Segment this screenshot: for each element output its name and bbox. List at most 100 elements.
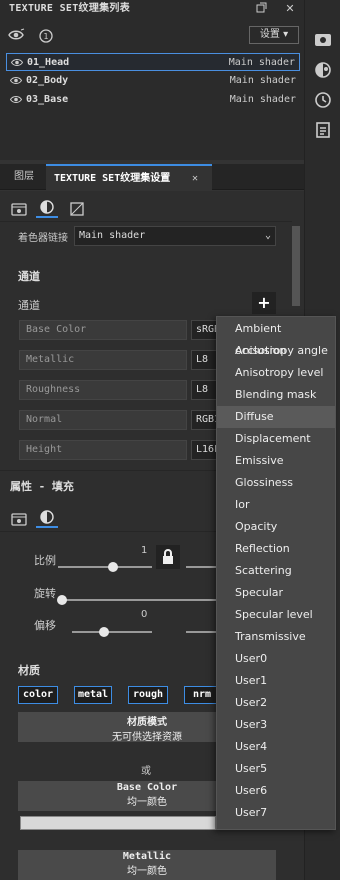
log-icon[interactable] <box>313 120 333 140</box>
texture-set-row[interactable]: 02_Body Main shader <box>6 72 300 90</box>
texture-set-list-panel: TEXTURE SET纹理集列表 ✕ 1 设置 ▾ 01_Head Main s… <box>0 0 304 160</box>
menu-item[interactable]: User1 <box>217 670 335 692</box>
offset-value: 0 <box>141 609 148 620</box>
eye-icon[interactable] <box>10 76 22 85</box>
channel-name: Roughness <box>19 380 187 400</box>
menu-item[interactable]: Diffuse <box>217 406 335 428</box>
menu-item[interactable]: Opacity <box>217 516 335 538</box>
divider <box>0 221 292 222</box>
eye-icon[interactable] <box>11 58 23 67</box>
texture-set-shader[interactable]: Main shader <box>230 72 296 90</box>
channel-type-dropdown-menu: Ambient occlusion Anisotropy angle Aniso… <box>216 316 336 830</box>
svg-text:1: 1 <box>43 32 48 41</box>
texture-set-name: 03_Base <box>26 94 69 105</box>
channel-chip-color[interactable]: color <box>18 686 58 704</box>
channel-name: Metallic <box>19 350 187 370</box>
menu-item[interactable]: Anisotropy angle <box>217 340 335 362</box>
texture-set-shader[interactable]: Main shader <box>229 54 295 72</box>
scale-value: 1 <box>141 545 148 556</box>
channel-name: Height <box>19 440 187 460</box>
menu-item[interactable]: User7 <box>217 802 335 824</box>
material-sphere-icon[interactable] <box>36 506 58 528</box>
lock-ratio-button[interactable] <box>156 545 180 569</box>
settings-dropdown[interactable]: 设置 ▾ <box>249 26 299 44</box>
crop-icon[interactable] <box>66 198 88 220</box>
material-sphere-icon[interactable] <box>313 60 333 80</box>
tab-layers[interactable]: 图层 <box>14 164 34 190</box>
metallic-title: Metallic <box>122 851 172 862</box>
float-window-icon[interactable] <box>254 2 268 16</box>
info-icon[interactable]: 1 <box>38 28 54 44</box>
menu-item[interactable]: Blending mask <box>217 384 335 406</box>
texture-set-settings-icon[interactable] <box>8 198 30 220</box>
eye-icon[interactable] <box>10 95 22 104</box>
menu-item[interactable]: Glossiness <box>217 472 335 494</box>
visibility-toggle-all-icon[interactable] <box>8 28 26 44</box>
channel-format[interactable]: L8 <box>191 350 217 370</box>
channel-format[interactable]: L8 <box>191 380 217 400</box>
channel-format[interactable]: sRGB <box>191 320 217 340</box>
texture-set-name: 02_Body <box>26 75 69 86</box>
channel-chip-nrm[interactable]: nrm <box>184 686 220 704</box>
menu-item[interactable]: User3 <box>217 714 335 736</box>
base-color-swatch[interactable] <box>20 816 216 830</box>
tab-texture-set-settings[interactable]: TEXTURE SET纹理集设置 ✕ <box>46 164 212 190</box>
channel-format[interactable]: L16F <box>191 440 217 460</box>
offset-slider-knob[interactable] <box>99 627 109 637</box>
channel-format[interactable]: RGB1 <box>191 410 217 430</box>
texture-set-row[interactable]: 03_Base Main shader <box>6 91 300 109</box>
menu-item[interactable]: Anisotropy level <box>217 362 335 384</box>
metallic-sub: 均一颜色 <box>127 866 167 877</box>
or-label: 或 <box>141 766 151 777</box>
settings-tab-bar: 图层 TEXTURE SET纹理集设置 ✕ <box>0 164 304 190</box>
lock-icon <box>163 549 173 564</box>
texture-set-name: 01_Head <box>27 57 70 68</box>
menu-item[interactable]: Specular level <box>217 604 335 626</box>
rotation-slider-knob[interactable] <box>57 595 67 605</box>
offset-slider-track[interactable] <box>72 631 152 633</box>
shader-link-value: Main shader <box>79 230 146 241</box>
channel-chip-rough[interactable]: rough <box>128 686 168 704</box>
texture-set-settings-icon[interactable] <box>313 30 333 50</box>
menu-item[interactable]: Ior <box>217 494 335 516</box>
tab-texture-set-settings-label: TEXTURE SET纹理集设置 <box>54 173 171 184</box>
menu-item[interactable]: Scattering <box>217 560 335 582</box>
menu-item[interactable]: Specular <box>217 582 335 604</box>
history-icon[interactable] <box>313 90 333 110</box>
texture-set-settings-icon[interactable] <box>8 508 30 530</box>
properties-title: 属性 - 填充 <box>10 480 74 493</box>
menu-item[interactable]: Transmissive <box>217 626 335 648</box>
menu-item[interactable]: User0 <box>217 648 335 670</box>
menu-item[interactable]: User6 <box>217 780 335 802</box>
scale-slider-track[interactable] <box>58 566 152 568</box>
offset-label: 偏移 <box>34 619 56 632</box>
scale-slider-track-2[interactable] <box>186 566 216 568</box>
material-section-title: 材质 <box>18 664 40 677</box>
menu-item[interactable]: User4 <box>217 736 335 758</box>
menu-item[interactable]: User5 <box>217 758 335 780</box>
menu-item[interactable]: Emissive <box>217 450 335 472</box>
menu-item[interactable]: Displacement <box>217 428 335 450</box>
channel-chip-metal[interactable]: metal <box>74 686 112 704</box>
offset-slider-track-2[interactable] <box>186 631 216 633</box>
add-channel-button[interactable]: + <box>252 292 276 314</box>
shader-link-label: 着色器链接 <box>18 233 68 244</box>
channel-name: Base Color <box>19 320 187 340</box>
rotation-slider-track[interactable] <box>62 599 216 601</box>
close-icon[interactable]: ✕ <box>192 166 198 192</box>
menu-item[interactable]: Reflection <box>217 538 335 560</box>
material-sphere-icon[interactable] <box>36 196 58 218</box>
close-icon[interactable]: ✕ <box>283 2 297 16</box>
channel-name: Normal <box>19 410 187 430</box>
scrollbar[interactable] <box>292 226 300 306</box>
menu-item[interactable]: User2 <box>217 692 335 714</box>
shader-link-select[interactable]: Main shader ⌄ <box>74 226 276 246</box>
scale-slider-knob[interactable] <box>108 562 118 572</box>
channel-label: 通道 <box>18 299 40 312</box>
texture-set-row[interactable]: 01_Head Main shader <box>6 53 300 71</box>
chevron-down-icon: ⌄ <box>264 230 271 241</box>
texture-set-shader[interactable]: Main shader <box>230 91 296 109</box>
metallic-header: Metallic 均一颜色 <box>18 850 276 880</box>
scale-label: 比例 <box>34 554 56 567</box>
menu-item[interactable]: Ambient occlusion <box>217 318 335 357</box>
